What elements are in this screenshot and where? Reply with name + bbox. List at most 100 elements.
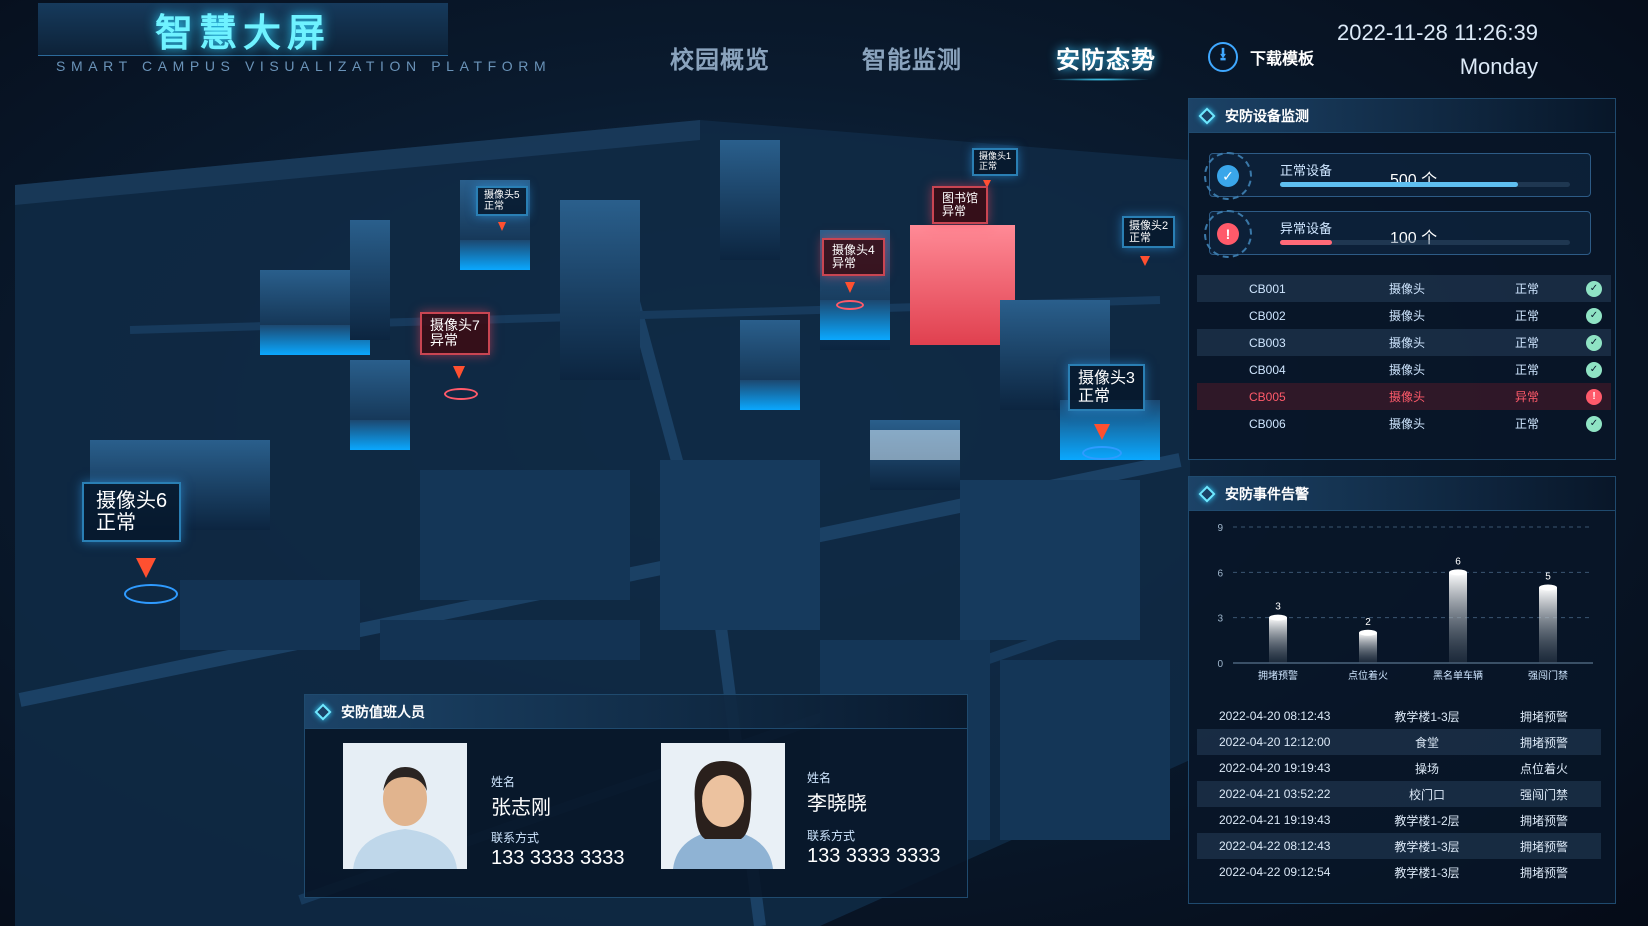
map-label-camera5[interactable]: 摄像头5 正常 — [476, 186, 528, 216]
staff-photo-2 — [661, 743, 785, 869]
map-label-camera3[interactable]: 摄像头3 正常 — [1068, 364, 1145, 412]
abnormal-device-stat: ! 异常设备 100 个 — [1204, 210, 1591, 258]
event-bar-chart: 0 3 6 9 3 拥堵预警 2 点位着火 6 黑名单车辆 5 强闯门禁 — [1217, 523, 1593, 682]
map-label-camera4[interactable]: 摄像头4 异常 — [822, 238, 885, 277]
staff-panel-title: 安防值班人员 — [341, 703, 425, 720]
name-label-1: 姓名 — [491, 775, 516, 789]
bar-cap — [1449, 569, 1467, 576]
diamond-icon — [314, 703, 332, 720]
check-icon: ✓ — [1586, 361, 1602, 378]
download-icon: ⭳ — [1208, 42, 1238, 72]
staff-name-1: 张志刚 — [491, 797, 551, 819]
name-label-2: 姓名 — [807, 771, 832, 785]
camera4-ring — [836, 300, 864, 310]
check-icon: ✓ — [1586, 334, 1602, 351]
tab-campus-overview[interactable]: 校园概览 — [670, 40, 770, 75]
bar-cap — [1539, 584, 1557, 591]
table-row[interactable]: CB006 摄像头 正常 ✓ — [1197, 410, 1611, 437]
y-tick-label: 6 — [1217, 568, 1223, 579]
bar — [1359, 632, 1377, 663]
event-alert-header: 安防事件告警 — [1189, 477, 1615, 511]
staff-name-2: 李晓晓 — [807, 793, 867, 815]
table-row[interactable]: 2022-04-22 08:12:43 教学楼1-3层 拥堵预警 — [1197, 833, 1601, 859]
device-table: CB001 摄像头 正常 ✓ CB002 摄像头 正常 ✓ CB003 摄像头 … — [1197, 275, 1611, 437]
avatar-female-icon — [661, 743, 785, 869]
staff-photo-1 — [343, 743, 467, 869]
y-tick-label: 3 — [1217, 614, 1223, 625]
diamond-icon — [1198, 485, 1216, 502]
page-subtitle: SMART CAMPUS VISUALIZATION PLATFORM — [56, 58, 552, 74]
x-tick-label: 拥堵预警 — [1258, 669, 1298, 682]
table-row[interactable]: 2022-04-20 12:12:00 食堂 拥堵预警 — [1197, 729, 1601, 755]
download-template-button[interactable]: ⭳ 下载模板 — [1208, 42, 1314, 72]
check-icon: ✓ — [1586, 307, 1602, 324]
normal-device-stat: ✓ 正常设备 500 个 — [1204, 152, 1591, 200]
table-row[interactable]: CB002 摄像头 正常 ✓ — [1197, 302, 1611, 329]
x-tick-label: 强闯门禁 — [1528, 669, 1568, 682]
map-label-camera1[interactable]: 摄像头1 正常 — [972, 148, 1019, 176]
camera4-pin-icon — [845, 282, 855, 293]
camera2-pin-icon — [1140, 256, 1150, 266]
y-tick-label: 9 — [1217, 523, 1223, 534]
staff-tel-2: 133 3333 3333 — [807, 845, 941, 867]
normal-device-bar — [1280, 182, 1570, 187]
table-row[interactable]: CB003 摄像头 正常 ✓ — [1197, 329, 1611, 356]
abnormal-device-bar — [1280, 240, 1570, 245]
y-tick-label: 0 — [1217, 659, 1223, 670]
bar-value-label: 3 — [1275, 602, 1281, 613]
title-bar: 智慧大屏 — [38, 3, 448, 56]
avatar-male-icon — [343, 743, 467, 869]
map-label-camera2[interactable]: 摄像头2 正常 — [1122, 216, 1176, 249]
bar — [1269, 617, 1287, 663]
current-datetime: 2022-11-28 11:26:39 — [1336, 20, 1538, 45]
x-tick-label: 点位着火 — [1348, 669, 1388, 682]
diamond-icon — [1198, 107, 1216, 124]
event-table: 2022-04-20 08:12:43 教学楼1-3层 拥堵预警 2022-04… — [1197, 703, 1601, 885]
bar — [1539, 587, 1557, 663]
table-row[interactable]: CB005 摄像头 异常 ! — [1197, 383, 1611, 410]
staff-panel-header: 安防值班人员 — [305, 695, 967, 729]
tab-security-situation[interactable]: 安防态势 — [1056, 40, 1156, 75]
normal-device-label: 正常设备 — [1280, 163, 1333, 178]
check-icon: ✓ — [1586, 280, 1602, 297]
table-row[interactable]: 2022-04-21 03:52:22 校门口 强闯门禁 — [1197, 781, 1601, 807]
table-row[interactable]: 2022-04-20 19:19:43 操场 点位着火 — [1197, 755, 1601, 781]
bar-value-label: 2 — [1365, 617, 1371, 628]
map-label-camera6[interactable]: 摄像头6 正常 — [82, 482, 182, 542]
abnormal-device-label: 异常设备 — [1280, 221, 1333, 236]
alert-icon: ! — [1586, 388, 1602, 405]
current-weekday: Monday — [1459, 54, 1538, 79]
camera5-pin-icon — [498, 222, 506, 231]
camera3-pin-icon — [1094, 424, 1110, 440]
check-icon: ✓ — [1586, 415, 1602, 432]
map-label-camera7[interactable]: 摄像头7 异常 — [420, 312, 490, 355]
camera7-ring — [444, 388, 478, 400]
table-row[interactable]: 2022-04-20 08:12:43 教学楼1-3层 拥堵预警 — [1197, 703, 1601, 729]
bar-cap — [1269, 614, 1287, 621]
table-row[interactable]: CB004 摄像头 正常 ✓ — [1197, 356, 1611, 383]
tel-label-2: 联系方式 — [807, 829, 856, 843]
table-row[interactable]: CB001 摄像头 正常 ✓ — [1197, 275, 1611, 302]
table-row[interactable]: 2022-04-22 09:12:54 教学楼1-3层 拥堵预警 — [1197, 859, 1601, 885]
camera6-ring — [124, 584, 178, 604]
event-alert-title: 安防事件告警 — [1225, 485, 1309, 502]
table-row[interactable]: 2022-04-21 19:19:43 教学楼1-2层 拥堵预警 — [1197, 807, 1601, 833]
event-alert-panel: 安防事件告警 0 3 6 9 3 拥堵预警 2 点位着火 6 黑名单车辆 5 强闯门禁 2022-04… — [1188, 476, 1616, 904]
camera7-pin-icon — [453, 366, 465, 379]
datetime-display: 2022-11-28 11:26:39 Monday — [1337, 20, 1538, 80]
bar-value-label: 5 — [1545, 571, 1551, 582]
tel-label-1: 联系方式 — [491, 831, 540, 845]
staff-tel-1: 133 3333 3333 — [491, 847, 625, 869]
bar-cap — [1359, 629, 1377, 636]
bar — [1449, 572, 1467, 663]
page-title: 智慧大屏 — [154, 12, 331, 55]
camera6-pin-icon — [136, 558, 156, 578]
tab-smart-monitoring[interactable]: 智能监测 — [862, 40, 962, 75]
normal-status-icon: ✓ — [1204, 152, 1252, 200]
device-monitor-title: 安防设备监测 — [1225, 107, 1309, 124]
device-monitor-header: 安防设备监测 — [1189, 99, 1615, 133]
staff-on-duty-panel: 安防值班人员 姓名 张志刚 联系方式 133 3333 3333 姓名 李晓晓 … — [304, 694, 968, 898]
abnormal-status-icon: ! — [1204, 210, 1252, 258]
camera3-ring — [1082, 446, 1122, 460]
map-label-library[interactable]: 图书馆 异常 — [932, 186, 989, 225]
